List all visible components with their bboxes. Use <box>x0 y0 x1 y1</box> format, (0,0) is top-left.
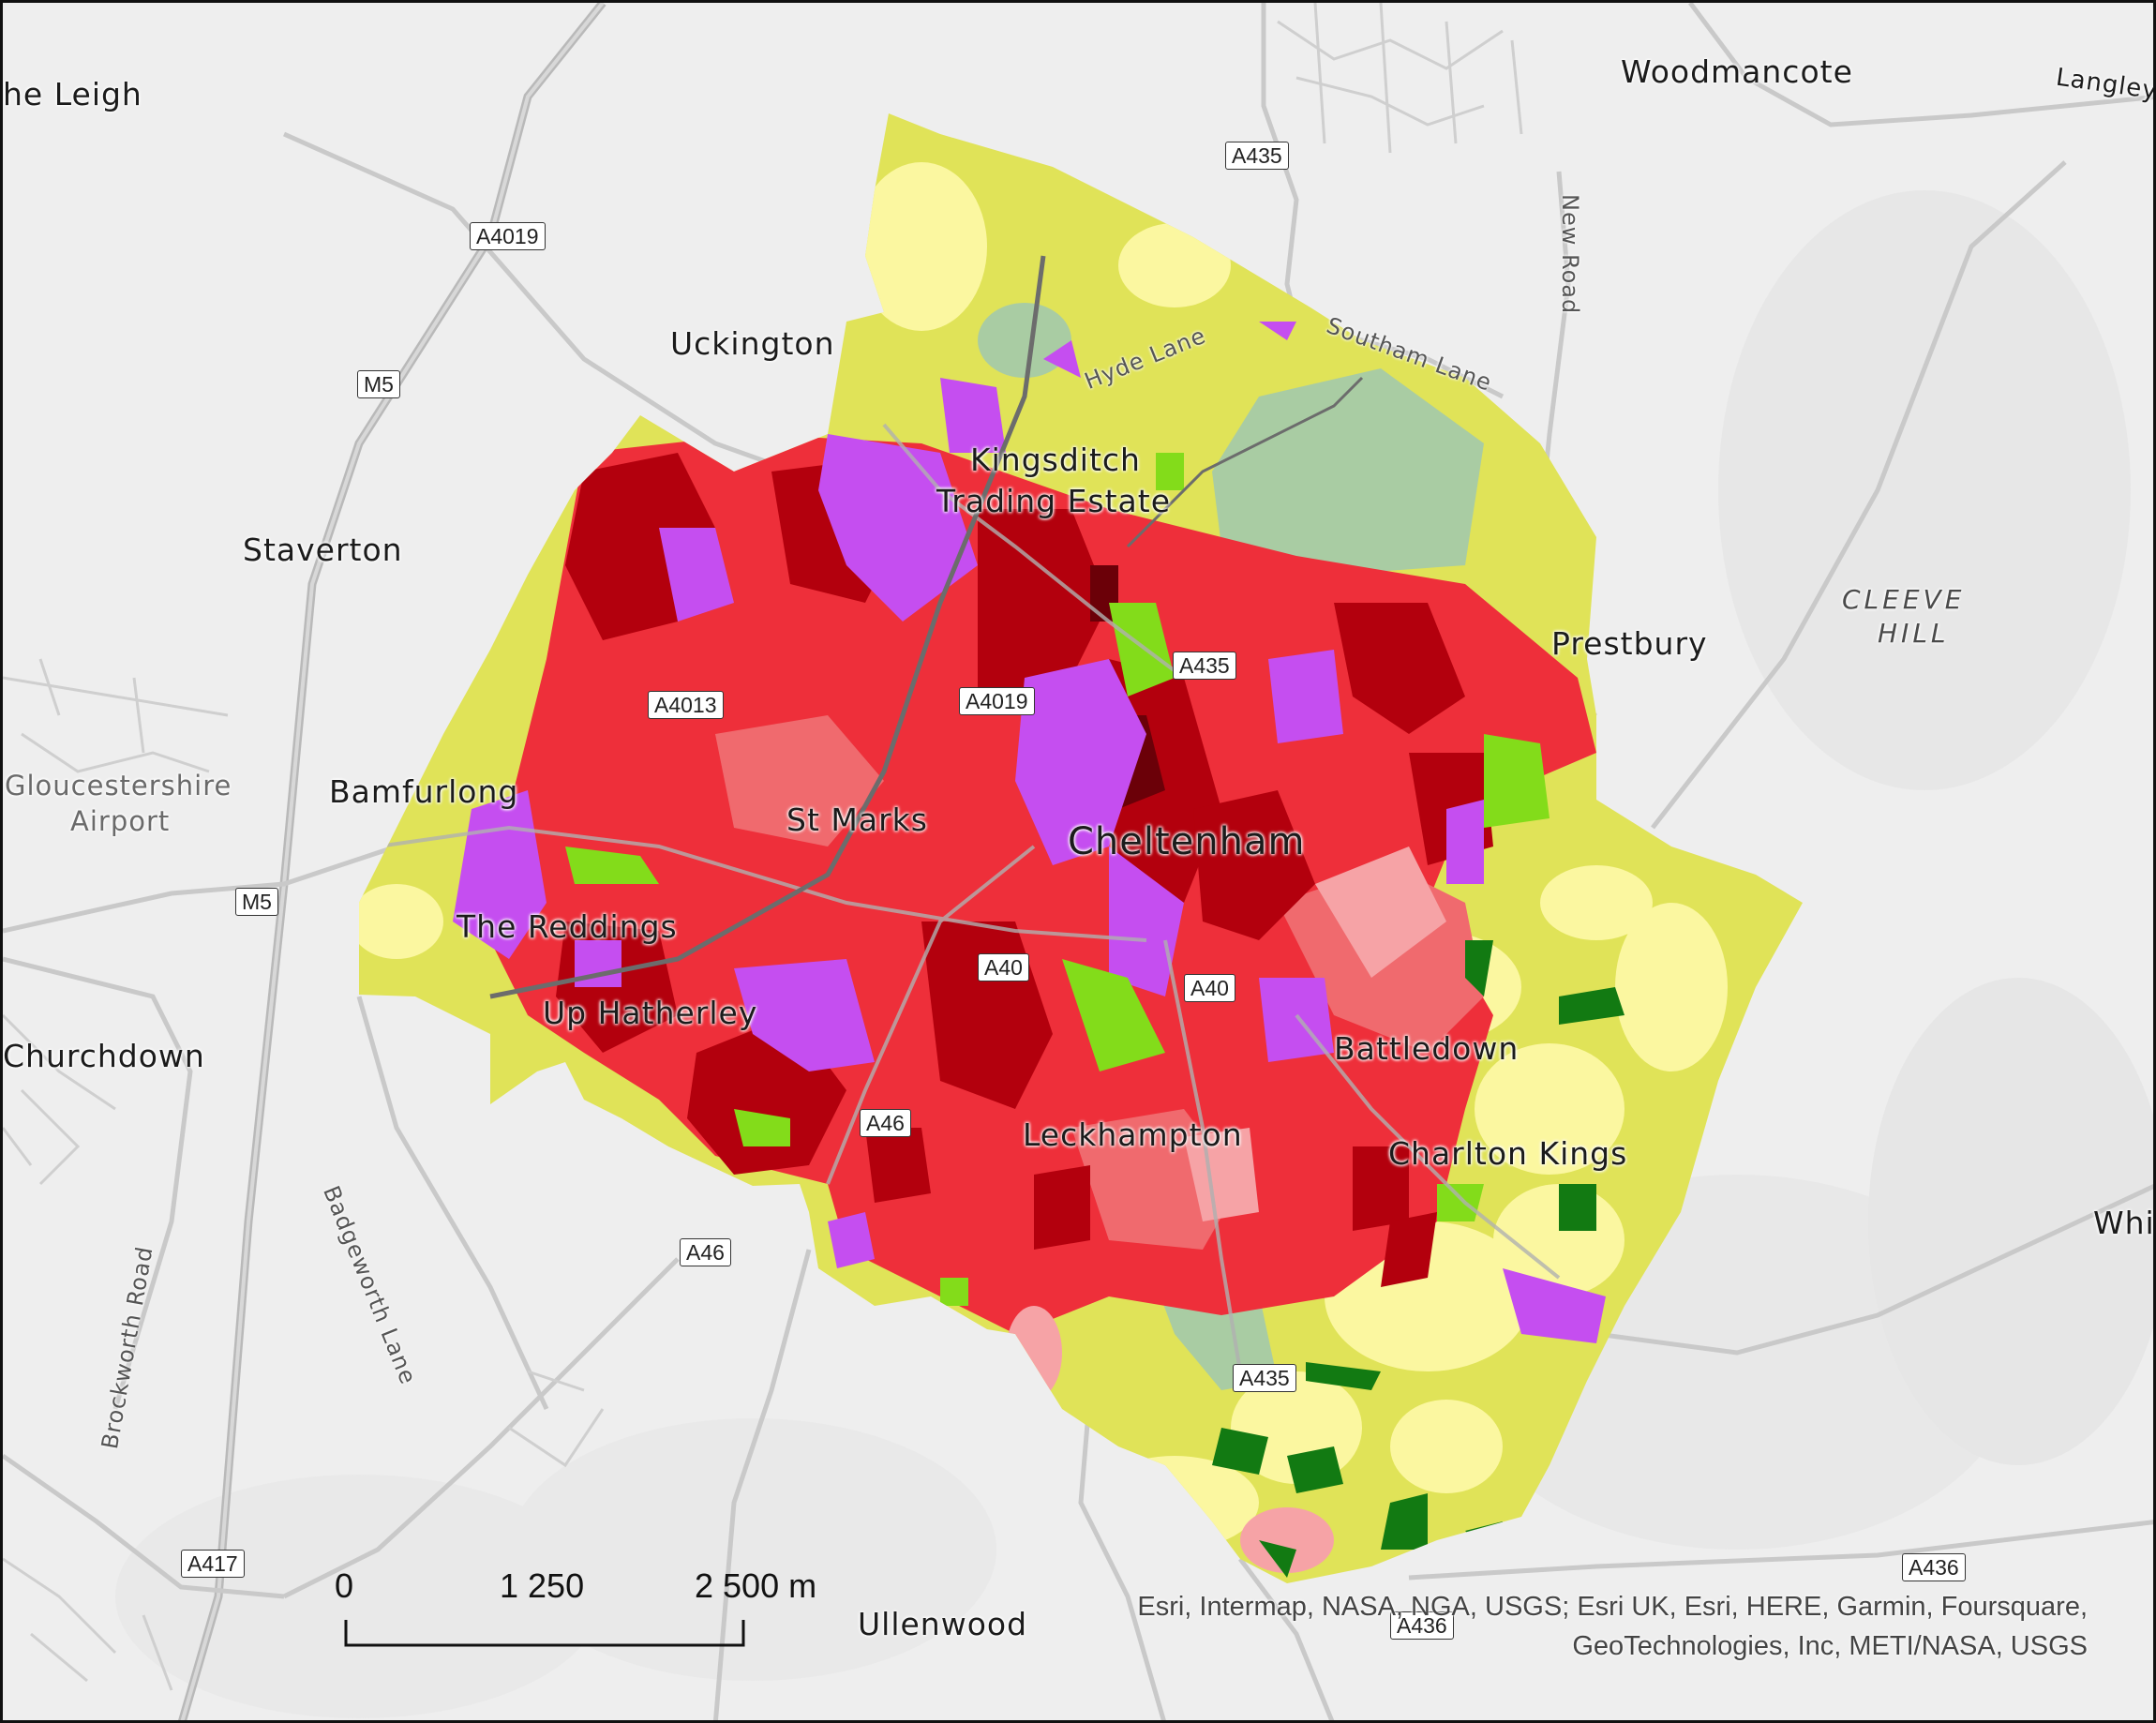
place-label-prestbury[interactable]: Prestbury <box>1551 625 1708 662</box>
road-shield-a46-south[interactable]: A46 <box>680 1238 731 1266</box>
place-label-woodmancote[interactable]: Woodmancote <box>1621 53 1853 90</box>
place-label-cleeve-hill-line2[interactable]: HILL <box>1878 618 1950 649</box>
place-label-charlton-kings[interactable]: Charlton Kings <box>1388 1135 1627 1172</box>
road-shield-a435-north[interactable]: A435 <box>1225 142 1289 170</box>
road-shield-m5-north[interactable]: M5 <box>357 370 400 398</box>
place-label-up-hatherley[interactable]: Up Hatherley <box>543 995 757 1031</box>
road-shield-a4019-central[interactable]: A4019 <box>959 687 1035 715</box>
place-label-churchdown[interactable]: Churchdown <box>3 1038 205 1074</box>
road-shield-a436-east[interactable]: A436 <box>1902 1553 1966 1581</box>
scale-label-mid: 1 250 <box>500 1566 585 1605</box>
road-shield-a40-east[interactable]: A40 <box>1184 974 1235 1002</box>
road-shield-a435-south[interactable]: A435 <box>1233 1364 1296 1392</box>
map-view[interactable]: he Leigh Woodmancote Langley Uckington S… <box>0 0 2156 1723</box>
place-label-bamfurlong[interactable]: Bamfurlong <box>329 773 518 810</box>
place-label-uckington[interactable]: Uckington <box>670 325 834 362</box>
place-label-cheltenham[interactable]: Cheltenham <box>1068 820 1305 863</box>
road-shield-a4019-northwest[interactable]: A4019 <box>470 222 546 250</box>
road-shield-a435-central[interactable]: A435 <box>1173 652 1236 680</box>
place-label-gloucestershire-airport-line1[interactable]: Gloucestershire <box>5 770 232 802</box>
place-label-the-reddings[interactable]: The Reddings <box>457 908 678 945</box>
road-label-new-road[interactable]: New Road <box>1557 194 1583 314</box>
road-shield-a46-north[interactable]: A46 <box>860 1109 911 1137</box>
place-label-the-leigh[interactable]: he Leigh <box>3 76 142 112</box>
place-label-kingsditch-line2[interactable]: Trading Estate <box>936 483 1171 519</box>
place-label-staverton[interactable]: Staverton <box>243 532 403 568</box>
place-label-cleeve-hill-line1[interactable]: CLEEVE <box>1842 584 1965 615</box>
road-shield-a4013[interactable]: A4013 <box>648 691 724 719</box>
place-label-leckhampton[interactable]: Leckhampton <box>1023 1116 1243 1153</box>
road-shield-m5-south[interactable]: M5 <box>235 888 278 916</box>
scale-label-end: 2 500 m <box>695 1566 817 1605</box>
place-label-kingsditch-line1[interactable]: Kingsditch <box>970 442 1141 478</box>
place-label-whi[interactable]: Whi <box>2093 1205 2153 1241</box>
scale-label-zero: 0 <box>335 1566 354 1605</box>
road-shield-a40-west[interactable]: A40 <box>978 953 1029 981</box>
place-label-gloucestershire-airport-line2[interactable]: Airport <box>70 805 170 837</box>
place-label-ullenwood[interactable]: Ullenwood <box>858 1606 1027 1642</box>
place-label-st-marks[interactable]: St Marks <box>786 802 928 838</box>
road-shield-a417[interactable]: A417 <box>181 1550 245 1578</box>
place-label-battledown[interactable]: Battledown <box>1334 1030 1519 1067</box>
map-attribution: Esri, Intermap, NASA, NGA, USGS; Esri UK… <box>1137 1592 2088 1661</box>
